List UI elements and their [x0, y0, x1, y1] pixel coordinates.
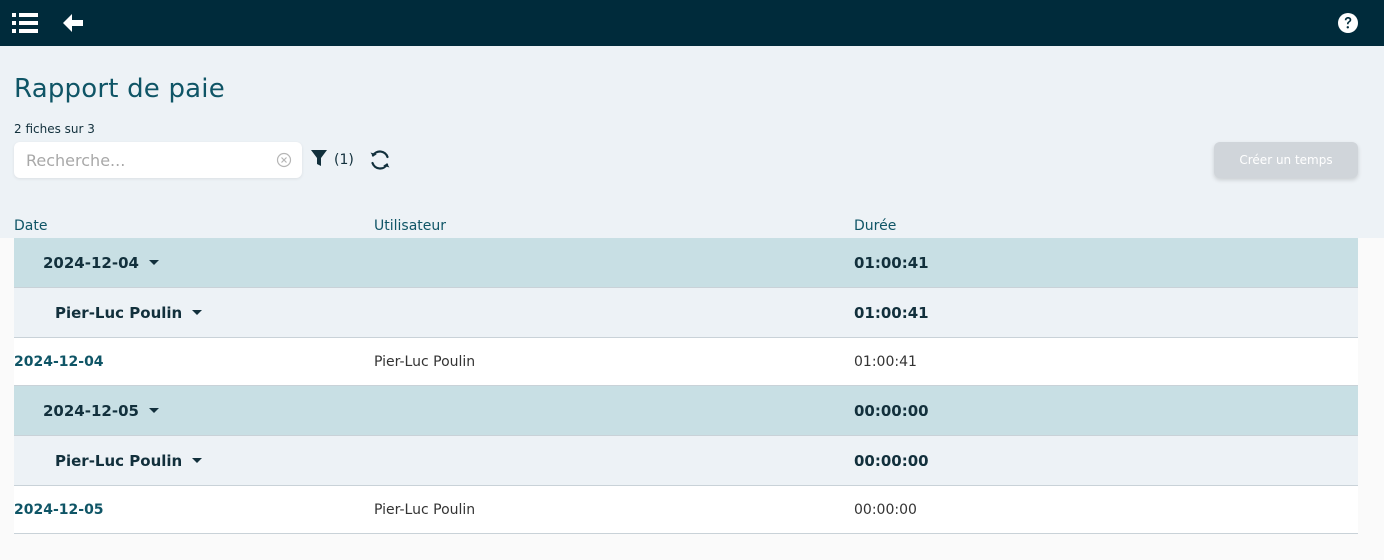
row-user: Pier-Luc Poulin [374, 353, 476, 370]
refresh-icon[interactable] [368, 148, 392, 172]
search-box [14, 142, 302, 178]
subgroup-row-user[interactable]: Pier-Luc Poulin 00:00:00 [14, 436, 1358, 486]
group-row-date[interactable]: 2024-12-04 01:00:41 [14, 238, 1358, 288]
group-total: 01:00:41 [854, 253, 929, 272]
row-date[interactable]: 2024-12-04 [14, 338, 104, 385]
subgroup-total: 00:00:00 [854, 451, 929, 470]
column-header-date[interactable]: Date [14, 218, 47, 234]
caret-down-icon[interactable] [192, 458, 203, 463]
column-header-user[interactable]: Utilisateur [374, 218, 446, 234]
question-circle-icon[interactable] [1335, 10, 1361, 36]
top-bar [0, 0, 1384, 46]
table-row[interactable]: 2024-12-05 Pier-Luc Poulin 00:00:00 [14, 486, 1358, 534]
create-time-button[interactable]: Créer un temps [1214, 142, 1358, 178]
group-date: 2024-12-05 [43, 401, 139, 420]
filter-button[interactable]: (1) [310, 149, 354, 171]
table-row[interactable]: 2024-12-04 Pier-Luc Poulin 01:00:41 [14, 338, 1358, 386]
subgroup-total: 01:00:41 [854, 303, 929, 322]
group-row-date[interactable]: 2024-12-05 00:00:00 [14, 386, 1358, 436]
filter-count: (1) [334, 152, 354, 168]
page-title: Rapport de paie [14, 74, 225, 104]
row-duration: 01:00:41 [854, 353, 917, 370]
search-input[interactable] [14, 142, 264, 178]
filter-icon [310, 148, 328, 172]
subgroup-user: Pier-Luc Poulin [55, 451, 183, 470]
menu-list-icon[interactable] [12, 10, 38, 36]
row-user: Pier-Luc Poulin [374, 501, 476, 518]
subgroup-user: Pier-Luc Poulin [55, 303, 183, 322]
row-date[interactable]: 2024-12-05 [14, 486, 104, 533]
record-count: 2 fiches sur 3 [14, 122, 95, 136]
caret-down-icon[interactable] [148, 260, 159, 265]
caret-down-icon[interactable] [192, 310, 203, 315]
subgroup-row-user[interactable]: Pier-Luc Poulin 01:00:41 [14, 288, 1358, 338]
row-duration: 00:00:00 [854, 501, 917, 518]
caret-down-icon[interactable] [148, 408, 159, 413]
group-total: 00:00:00 [854, 401, 929, 420]
clear-search-icon[interactable] [276, 152, 292, 168]
column-header-duration[interactable]: Durée [854, 218, 896, 234]
group-date: 2024-12-04 [43, 253, 139, 272]
arrow-left-icon[interactable] [60, 10, 86, 36]
